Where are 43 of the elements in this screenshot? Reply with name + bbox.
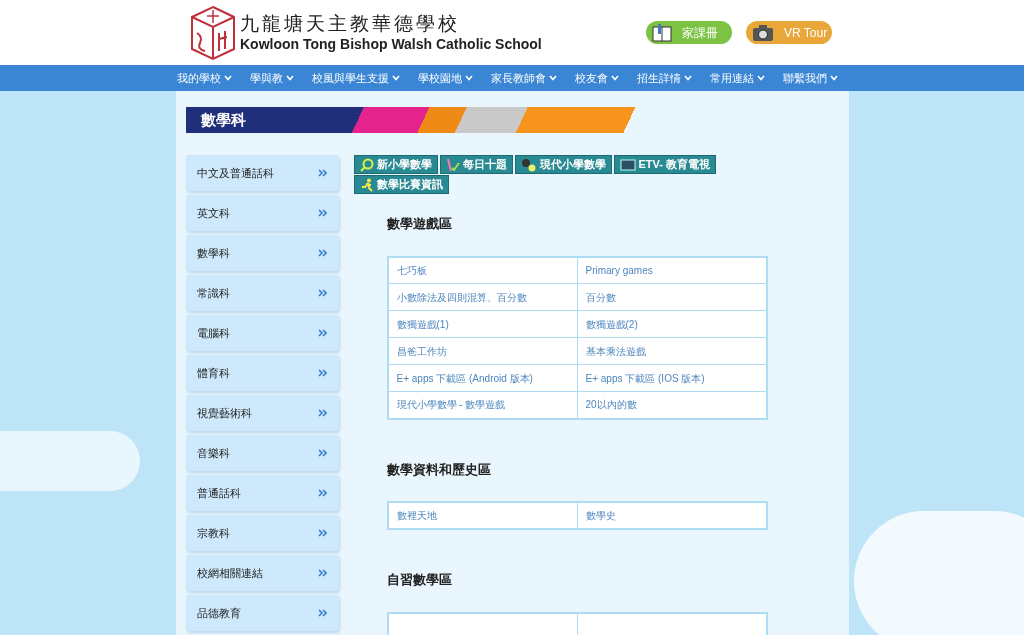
section-heading: 數學遊戲區 (386, 215, 453, 233)
school-name-english: Kowloon Tong Bishop Walsh Catholic School (240, 35, 542, 54)
sidebar-item[interactable]: 電腦科 (185, 315, 339, 351)
table-link[interactable]: 數學史 (585, 510, 616, 521)
sidebar-item[interactable]: 校網相關連結 (185, 555, 339, 591)
table-link[interactable]: 七巧板 (396, 264, 427, 276)
table-link[interactable]: 數裡天地 (396, 510, 437, 521)
table-link[interactable]: 百分數 (585, 291, 616, 303)
table-link[interactable]: Primary games (585, 264, 653, 276)
page-title: 數學科 (199, 109, 246, 130)
table-link[interactable]: 昌爸工作坊 (396, 345, 447, 357)
nav-menu-item[interactable]: 聯繫我們 (775, 69, 845, 87)
link-tab[interactable]: 新小學數學 (353, 155, 438, 174)
sidebar-item[interactable]: 常識科 (185, 275, 339, 311)
table-link[interactable]: 20以內的數 (585, 399, 637, 411)
section-heading: 自習數學區 (386, 571, 453, 589)
nav-menu-item[interactable]: 學校園地 (410, 69, 480, 87)
sidebar-item[interactable]: 宗教科 (185, 515, 339, 551)
sidebar-item[interactable]: 體育科 (185, 355, 339, 391)
sidebar-item[interactable]: 品德教育 (185, 595, 339, 631)
school-name-chinese: 九龍塘天主教華德學校 (240, 11, 461, 36)
sidebar-item[interactable]: 視覺藝術科 (185, 395, 339, 431)
table-link[interactable]: 數獨遊戲(2) (585, 318, 638, 330)
section-heading: 數學資料和歷史區 (386, 460, 492, 479)
nav-menu-item[interactable]: 校風與學生支援 (304, 69, 407, 87)
sidebar-item[interactable]: 音樂科 (185, 435, 339, 471)
nav-menu-item[interactable]: 校友會 (567, 69, 626, 87)
table-link[interactable]: 數獨遊戲(1) (396, 318, 449, 330)
link-tab[interactable]: ETV- 教育電視 (613, 155, 716, 174)
nav-menu-item[interactable]: 我的學校 (169, 69, 239, 87)
sidebar-item[interactable]: 普通話科 (185, 475, 339, 511)
sidebar-item[interactable]: 英文科 (185, 195, 339, 231)
sidebar-item[interactable]: 數學科 (185, 235, 339, 271)
nav-menu-item[interactable]: 學與教 (242, 69, 301, 87)
table-link[interactable]: 基本乘法遊戲 (585, 345, 646, 357)
link-tab[interactable]: 每日十題 (439, 155, 513, 174)
homework-button[interactable]: 家課冊 (646, 21, 732, 44)
nav-menu-item[interactable]: 常用連結 (702, 69, 772, 87)
link-tab[interactable]: 現代小學數學 (514, 155, 612, 174)
link-tab[interactable]: 數學比賽資訊 (353, 175, 449, 194)
nav-menu-item[interactable]: 家長教師會 (483, 69, 564, 87)
nav-menu-item[interactable]: 招生詳情 (629, 69, 699, 87)
sidebar-item[interactable]: 中文及普通話科 (185, 155, 339, 191)
